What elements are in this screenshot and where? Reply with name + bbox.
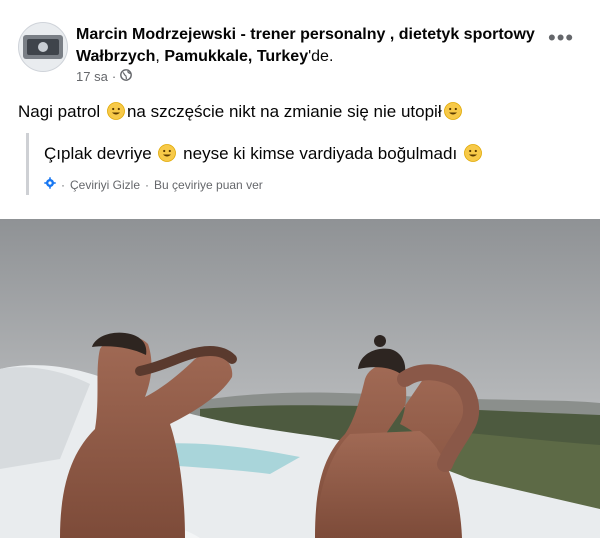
post-text: Nagi patrol na szczęście nikt na zmianie…: [18, 100, 578, 127]
location-suffix: 'de.: [308, 48, 334, 65]
smiling-face-icon: [443, 102, 462, 127]
author-avatar[interactable]: [18, 22, 68, 72]
translation-actions: · Çeviriyi Gizle · Bu çeviriye puan ver: [44, 177, 263, 192]
translated-text: Çıplak devriye neyse ki kimse vardiyada …: [44, 142, 564, 169]
gear-icon[interactable]: [44, 177, 56, 192]
location-link[interactable]: Pamukkale, Turkey: [164, 48, 308, 65]
avatar-image: [19, 23, 67, 71]
translation-dot: ·: [61, 177, 65, 192]
post-timestamp[interactable]: 17 sa: [76, 69, 108, 84]
author-line: Marcin Modrzejewski - trener personalny …: [76, 24, 546, 68]
more-options-button[interactable]: •••: [548, 27, 574, 49]
hide-translation-link[interactable]: Çeviriyi Gizle: [70, 178, 140, 192]
post-meta: 17 sa ·: [76, 69, 133, 84]
globe-icon: [120, 69, 133, 84]
more-horizontal-icon: •••: [548, 25, 575, 50]
post-header: Marcin Modrzejewski - trener personalny …: [0, 0, 600, 95]
facebook-post: Marcin Modrzejewski - trener personalny …: [0, 0, 600, 538]
rate-translation-link[interactable]: Bu çeviriye puan ver: [154, 178, 263, 192]
smiling-face-icon: [158, 144, 177, 169]
translation-dot: ·: [145, 177, 150, 192]
translated-text-part-2: neyse ki kimse vardiyada boğulmadı: [178, 144, 462, 163]
translation-block: Çıplak devriye neyse ki kimse vardiyada …: [26, 133, 581, 195]
meta-dot: ·: [111, 69, 117, 84]
smiling-face-icon: [107, 102, 125, 127]
author-separator: ,: [155, 48, 165, 65]
post-text-part-1: Nagi patrol: [18, 102, 105, 121]
translated-text-part-1: Çıplak devriye: [44, 144, 157, 163]
post-text-part-2: na szczęście nikt na zmianie się nie uto…: [126, 102, 442, 121]
photo-image: [0, 219, 600, 538]
post-photo[interactable]: [0, 219, 600, 538]
smiling-face-icon: [464, 144, 482, 169]
